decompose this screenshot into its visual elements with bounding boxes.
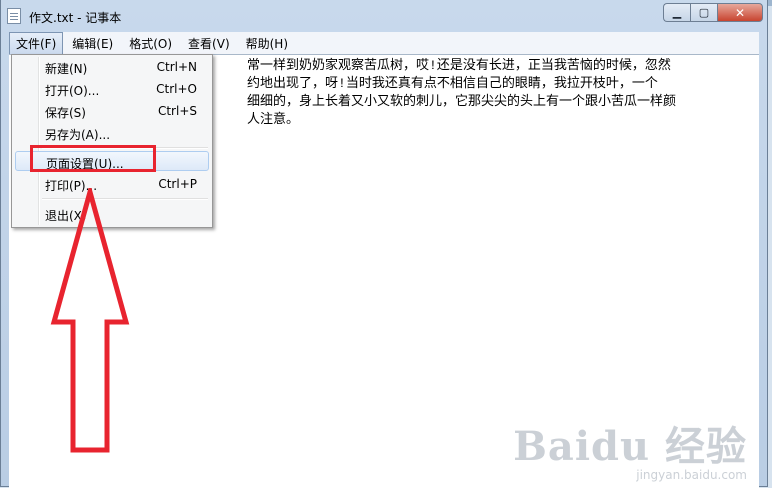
menu-item-open[interactable]: 打开(O)... Ctrl+O bbox=[15, 79, 209, 99]
menu-item-shortcut: Ctrl+N bbox=[156, 60, 197, 74]
menu-item-label: 另存为(A)... bbox=[45, 128, 111, 142]
notepad-icon bbox=[7, 8, 21, 24]
menu-item-shortcut: Ctrl+S bbox=[157, 104, 197, 118]
caption-buttons: ▁ ▢ ✕ bbox=[663, 3, 763, 22]
menu-item-save-as[interactable]: 另存为(A)... bbox=[15, 123, 209, 143]
watermark-logo: Baidu 经验 bbox=[513, 423, 747, 470]
menu-edit[interactable]: 编辑(E) bbox=[65, 32, 120, 55]
window-title: 作文.txt - 记事本 bbox=[29, 11, 122, 25]
menu-item-shortcut: Ctrl+P bbox=[158, 177, 197, 191]
watermark: Baidu 经验 jingyan.baidu.com bbox=[513, 414, 747, 482]
menu-view[interactable]: 查看(V) bbox=[181, 32, 237, 55]
menu-bar: 文件(F) 编辑(E) 格式(O) 查看(V) 帮助(H) bbox=[9, 31, 759, 55]
menu-file[interactable]: 文件(F) bbox=[9, 31, 64, 55]
menu-format[interactable]: 格式(O) bbox=[122, 32, 179, 55]
close-icon: ✕ bbox=[734, 5, 746, 20]
minimize-button[interactable]: ▁ bbox=[663, 3, 690, 22]
menu-help[interactable]: 帮助(H) bbox=[239, 32, 295, 55]
red-arrow-icon bbox=[50, 188, 130, 453]
menu-item-new[interactable]: 新建(N) Ctrl+N bbox=[15, 57, 209, 77]
minimize-icon: ▁ bbox=[672, 6, 682, 19]
close-button[interactable]: ✕ bbox=[717, 3, 763, 22]
maximize-button[interactable]: ▢ bbox=[690, 3, 717, 22]
maximize-icon: ▢ bbox=[698, 6, 710, 19]
menu-item-shortcut: Ctrl+O bbox=[156, 82, 197, 96]
menu-item-label: 打开(O)... bbox=[45, 84, 100, 98]
menu-item-label: 新建(N) bbox=[45, 62, 88, 76]
menu-item-save[interactable]: 保存(S) Ctrl+S bbox=[15, 101, 209, 121]
highlight-box bbox=[30, 145, 156, 172]
title-bar[interactable]: 作文.txt - 记事本 ▁ ▢ ✕ bbox=[1, 0, 767, 32]
menu-item-label: 保存(S) bbox=[45, 106, 86, 120]
